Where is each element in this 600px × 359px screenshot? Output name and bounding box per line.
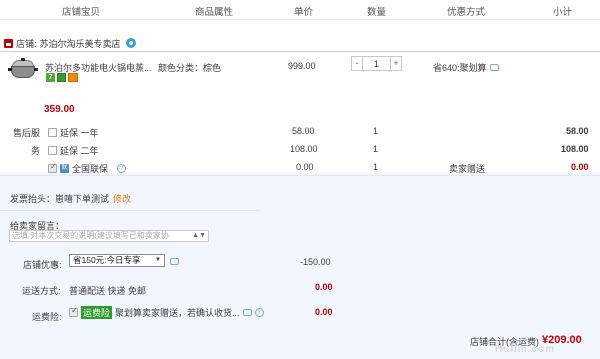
services-label-2: 务 bbox=[31, 146, 41, 156]
watermark: Hulim.com bbox=[495, 344, 556, 355]
services-label-1: 售后服 bbox=[13, 128, 41, 138]
product-sku: 颜色分类：棕色 bbox=[158, 63, 222, 73]
service-option-1[interactable]: 延保 一年 bbox=[48, 126, 99, 139]
shipping-method: 普通配送 快递 免邮 bbox=[69, 286, 147, 296]
quantity-stepper: - + bbox=[351, 56, 402, 71]
shipping-label: 运送方式: bbox=[22, 286, 61, 296]
service-price-1: 58.00 bbox=[292, 126, 315, 136]
divider bbox=[0, 175, 600, 176]
discount-value: -150.00 bbox=[300, 257, 331, 267]
item-subtotal: 359.00 bbox=[44, 104, 75, 115]
header-attributes: 商品属性 bbox=[195, 7, 234, 18]
guarantee-icon[interactable] bbox=[57, 73, 66, 82]
service-checkbox-1[interactable] bbox=[48, 128, 57, 137]
service-checkbox-3[interactable] bbox=[48, 162, 57, 173]
promotion: 省640:聚划算 bbox=[433, 61, 499, 74]
invoice-line: 发票抬头：崽嘻下单测试 修改 bbox=[10, 192, 131, 205]
service-option-3[interactable]: 联 全国联保 ? bbox=[48, 162, 127, 175]
product-unit-price: 999.00 bbox=[288, 61, 316, 71]
spinner-icon[interactable]: ▲▼ bbox=[192, 231, 206, 241]
shipping-price: 0.00 bbox=[315, 282, 333, 292]
service-qty-2: 1 bbox=[373, 144, 379, 154]
credit-card-icon[interactable] bbox=[68, 73, 78, 82]
shop-name-link[interactable]: 苏泊尔淘乐美专卖店 bbox=[40, 37, 121, 50]
insurance-price: 0.00 bbox=[315, 307, 333, 317]
service-name-3: 全国联保 bbox=[72, 164, 109, 174]
discount-select[interactable]: 省150元:今日专享 ▼ bbox=[69, 254, 165, 267]
service-total-3: 0.00 bbox=[571, 162, 589, 172]
insurance-checkbox[interactable] bbox=[69, 306, 78, 317]
service-total-2: 108.00 bbox=[561, 144, 589, 154]
message-placeholder: 选填:对本次交易的说明(建议填写已和卖家协 bbox=[12, 231, 169, 240]
product-badges: 7 bbox=[46, 73, 78, 82]
insurance-highlight: 运费险 bbox=[81, 306, 113, 319]
shop-label: 店铺: bbox=[16, 38, 37, 49]
service-checkbox-2[interactable] bbox=[48, 146, 57, 155]
service-qty-3: 1 bbox=[373, 162, 379, 172]
insurance-help-icon[interactable]: ? bbox=[254, 308, 264, 317]
service-note-3: 卖家赠送 bbox=[449, 164, 486, 174]
invoice-edit-link[interactable]: 修改 bbox=[113, 194, 131, 204]
header-subtotal: 小计 bbox=[553, 7, 573, 18]
insurance-option[interactable]: 运费险 聚划算卖家赠送，若确认收货... ? bbox=[69, 306, 264, 319]
insurance-message-icon[interactable] bbox=[242, 309, 252, 316]
service-total-1: 58.00 bbox=[566, 126, 589, 136]
discount-message-icon[interactable] bbox=[170, 258, 179, 265]
invoice-label: 发票抬头： bbox=[10, 194, 56, 204]
message-icon[interactable] bbox=[489, 64, 499, 71]
header-promotion: 优惠方式 bbox=[447, 7, 486, 18]
service-name-2: 延保 二年 bbox=[60, 146, 99, 156]
shop-icon bbox=[4, 38, 13, 48]
qty-minus-button[interactable]: - bbox=[351, 56, 363, 71]
insurance-label: 运费险: bbox=[32, 312, 62, 322]
shop-line: 店铺: 苏泊尔淘乐美专卖店 bbox=[4, 36, 136, 50]
header-unit-price: 单价 bbox=[294, 7, 314, 18]
service-price-2: 108.00 bbox=[290, 144, 318, 154]
qty-input[interactable] bbox=[363, 56, 390, 71]
message-input[interactable]: 选填:对本次交易的说明(建议填写已和卖家协 ▲▼ bbox=[9, 230, 209, 242]
order-header: 店铺宝贝 商品属性 单价 数量 优惠方式 小计 bbox=[0, 0, 600, 20]
help-icon[interactable]: ? bbox=[117, 164, 127, 173]
service-option-2[interactable]: 延保 二年 bbox=[48, 144, 99, 157]
seven-day-return-icon[interactable]: 7 bbox=[46, 73, 55, 82]
promotion-text: 省640:聚划算 bbox=[433, 63, 487, 73]
product-thumbnail[interactable] bbox=[8, 58, 38, 80]
invoice-value: 崽嘻下单测试 bbox=[55, 194, 110, 204]
discount-selected: 省150元:今日专享 bbox=[73, 255, 141, 265]
divider bbox=[0, 210, 260, 211]
discount-label: 店铺优惠: bbox=[23, 260, 62, 270]
insurance-text: 聚划算卖家赠送，若确认收货... bbox=[115, 308, 240, 318]
header-shop-items: 店铺宝贝 bbox=[62, 7, 101, 18]
service-qty-1: 1 bbox=[373, 126, 379, 136]
warranty-icon: 联 bbox=[60, 164, 69, 173]
dropdown-arrow-icon: ▼ bbox=[155, 257, 161, 263]
qty-plus-button[interactable]: + bbox=[390, 56, 402, 71]
service-name-1: 延保 一年 bbox=[60, 128, 99, 138]
header-quantity: 数量 bbox=[367, 7, 387, 18]
service-price-3: 0.00 bbox=[296, 162, 314, 172]
wangwang-chat-icon[interactable] bbox=[125, 38, 136, 48]
